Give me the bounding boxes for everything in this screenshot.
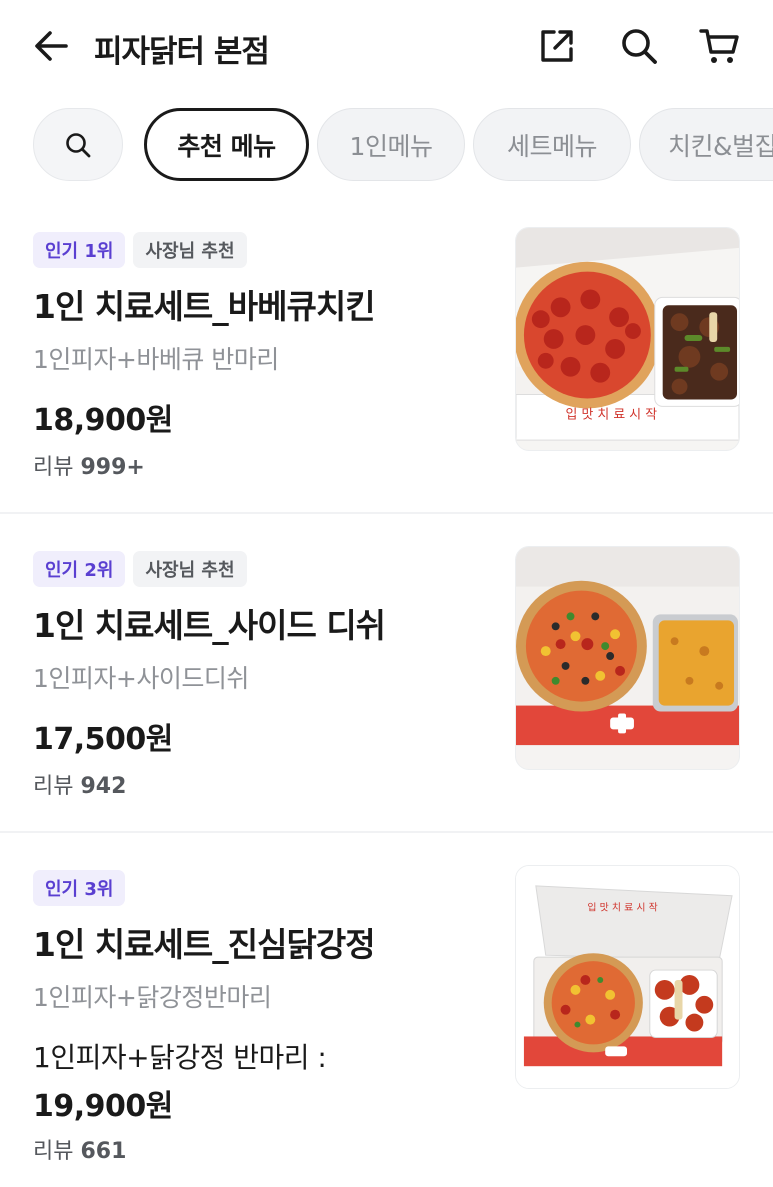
chip-single-menu[interactable]: 1인메뉴 xyxy=(317,108,465,181)
menu-description: 1인피자+바베큐 반마리 xyxy=(33,345,279,374)
search-icon xyxy=(622,29,657,64)
menu-name: 1인 치료세트_바베큐치킨 xyxy=(33,287,376,326)
cart-icon xyxy=(699,29,739,63)
chip-chicken[interactable]: 치킨&벌집 xyxy=(639,108,773,181)
menu-image[interactable]: 입 맛 치 료 시 작 xyxy=(515,227,740,451)
menu-extra-note: 1인피자+닭강정 반마리 : xyxy=(33,1041,327,1074)
menu-description: 1인피자+닭강정반마리 xyxy=(33,983,272,1012)
menu-item[interactable]: 인기 3위 1인 치료세트_진심닭강정 1인피자+닭강정반마리 1인피자+닭강정… xyxy=(0,833,773,1187)
food-photo-combo-side xyxy=(516,547,739,769)
food-photo-dakgangjeong: 입 맛 치 료 시 작 xyxy=(516,866,739,1088)
chip-set-menu[interactable]: 세트메뉴 xyxy=(473,108,631,181)
review-count: 리뷰 942 xyxy=(33,774,127,799)
store-title: 피자닭터 본점 xyxy=(94,34,270,70)
menu-price: 19,900원 xyxy=(33,1089,173,1124)
owner-pick-badge: 사장님 추천 xyxy=(133,232,247,268)
menu-image[interactable]: 입 맛 치 료 시 작 xyxy=(515,865,740,1089)
menu-item[interactable]: 인기 1위 사장님 추천 1인 치료세트_바베큐치킨 1인피자+바베큐 반마리 … xyxy=(0,195,773,513)
chip-recommended[interactable]: 추천 메뉴 xyxy=(144,108,309,181)
badge-group: 인기 2위 사장님 추천 xyxy=(33,551,247,587)
badge-group: 인기 1위 사장님 추천 xyxy=(33,232,247,268)
menu-image[interactable] xyxy=(515,546,740,770)
search-icon xyxy=(66,132,91,157)
share-icon xyxy=(541,30,573,62)
badge-group: 인기 3위 xyxy=(33,870,126,906)
rank-badge: 인기 2위 xyxy=(33,551,126,587)
menu-item[interactable]: 인기 2위 사장님 추천 1인 치료세트_사이드 디쉬 1인피자+사이드디쉬 1… xyxy=(0,514,773,832)
menu-search-chip[interactable] xyxy=(33,108,123,181)
svg-text:입 맛 치 료 시 작: 입 맛 치 료 시 작 xyxy=(587,901,657,914)
menu-price: 17,500원 xyxy=(33,722,173,757)
back-button[interactable] xyxy=(30,24,74,68)
rank-badge: 인기 1위 xyxy=(33,232,126,268)
search-button[interactable] xyxy=(617,24,661,68)
menu-name: 1인 치료세트_진심닭강정 xyxy=(33,925,376,964)
svg-text:입 맛 치 료 시 작: 입 맛 치 료 시 작 xyxy=(566,407,658,422)
review-count: 리뷰 999+ xyxy=(33,455,145,480)
menu-price: 18,900원 xyxy=(33,403,173,438)
owner-pick-badge: 사장님 추천 xyxy=(133,551,247,587)
arrow-left-icon xyxy=(35,31,68,61)
cart-button[interactable] xyxy=(698,24,742,68)
food-photo-pepperoni-bbq: 입 맛 치 료 시 작 xyxy=(516,228,739,450)
share-button[interactable] xyxy=(535,24,579,68)
menu-description: 1인피자+사이드디쉬 xyxy=(33,664,249,693)
review-count: 리뷰 661 xyxy=(33,1139,127,1164)
rank-badge: 인기 3위 xyxy=(33,870,126,906)
menu-name: 1인 치료세트_사이드 디쉬 xyxy=(33,606,386,645)
top-app-bar: 피자닭터 본점 xyxy=(0,0,773,95)
category-chip-bar: 추천 메뉴 1인메뉴 세트메뉴 치킨&벌집 xyxy=(0,108,773,182)
